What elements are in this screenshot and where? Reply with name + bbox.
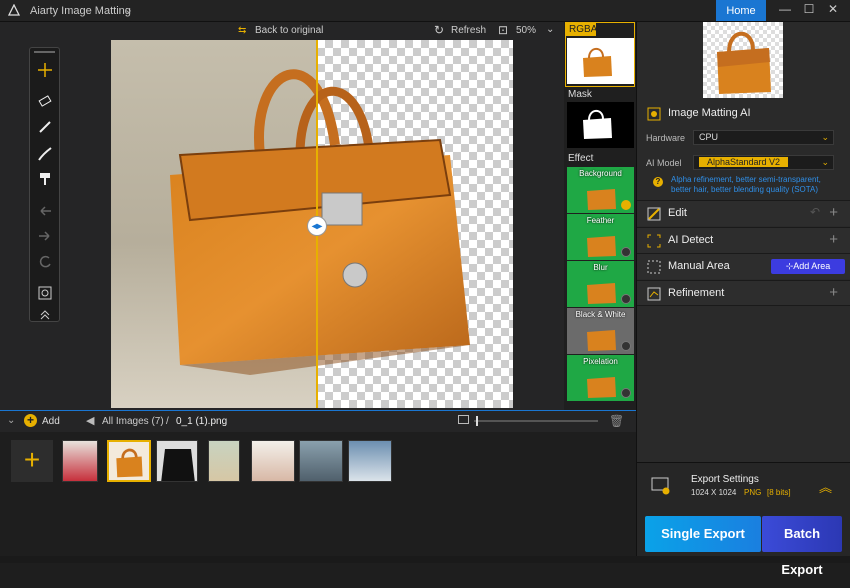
all-images-link[interactable]: All Images (7) xyxy=(102,416,164,427)
trash-icon[interactable]: 🗑 xyxy=(609,414,624,428)
gallery-thumb-5[interactable] xyxy=(251,440,295,482)
mask-label: Mask xyxy=(568,89,592,100)
image-size-icon xyxy=(458,415,469,424)
gallery-thumb-4[interactable] xyxy=(208,440,240,482)
current-file: 0_1 (1).png xyxy=(176,416,228,427)
ai-detect-expand-icon[interactable]: + xyxy=(829,231,838,248)
refresh-icon[interactable]: ↻ xyxy=(434,23,444,37)
export-size: 1024 X 1024 xyxy=(691,488,737,497)
refresh-button[interactable]: Refresh xyxy=(451,25,486,36)
model-label: AI Model xyxy=(646,158,682,168)
roller-icon[interactable] xyxy=(36,170,54,188)
batch-export-button[interactable]: Batch Export xyxy=(762,516,842,577)
home-button[interactable]: Home xyxy=(716,0,766,21)
eraser-icon[interactable] xyxy=(36,92,54,110)
refinement-section[interactable]: Refinement + xyxy=(637,280,850,306)
compare-handle-icon[interactable]: ◂▸ xyxy=(307,216,327,236)
close-icon[interactable]: ✕ xyxy=(823,2,843,16)
view-mode-strip: RGBA Mask Effect Background Feather Blur… xyxy=(564,22,636,410)
gallery-thumb-6[interactable] xyxy=(299,440,343,482)
maximize-icon[interactable]: ☐ xyxy=(799,2,819,16)
back-icon[interactable]: ⇆ xyxy=(238,25,246,36)
edit-section[interactable]: Edit ↶ + xyxy=(637,200,850,226)
add-area-button[interactable]: ⊹Add Area xyxy=(771,259,845,274)
collapse-up-icon[interactable] xyxy=(36,305,54,323)
fit-screen-icon[interactable] xyxy=(36,284,54,302)
effect-feather[interactable]: Feather xyxy=(567,214,634,260)
app-logo-icon xyxy=(8,4,20,16)
gallery-thumb-7[interactable] xyxy=(348,440,392,482)
export-settings-title: Export Settings xyxy=(691,474,759,485)
add-button[interactable]: Add xyxy=(42,416,60,427)
single-export-button[interactable]: Single Export xyxy=(645,516,761,552)
collapse-icon[interactable]: ⌄ xyxy=(7,415,15,426)
bottom-toolbar: ⌄ + Add ◀ All Images (7) / 0_1 (1).png 🗑 xyxy=(0,410,636,432)
matting-icon xyxy=(647,107,661,121)
refinement-label: Refinement xyxy=(668,287,725,299)
minimize-icon[interactable]: — xyxy=(775,2,795,16)
reset-icon[interactable] xyxy=(36,253,54,271)
mask-thumbnail[interactable] xyxy=(567,102,634,148)
result-thumbnail xyxy=(703,22,783,98)
brush-icon[interactable] xyxy=(36,145,54,163)
ai-detect-icon xyxy=(647,234,661,248)
rgba-label: RGBA xyxy=(566,23,597,36)
redo-icon[interactable] xyxy=(36,227,54,245)
edit-expand-icon[interactable]: + xyxy=(829,204,838,221)
back-arrow-icon[interactable]: ◀ xyxy=(86,414,94,427)
edit-undo-icon[interactable]: ↶ xyxy=(810,205,820,219)
manual-area-label: Manual Area xyxy=(668,260,730,272)
refinement-expand-icon[interactable]: + xyxy=(829,284,838,301)
gallery-thumb-3[interactable] xyxy=(156,440,198,482)
ai-detect-section[interactable]: AI Detect + xyxy=(637,227,850,253)
add-image-button[interactable]: + xyxy=(11,440,53,482)
chevron-down-icon[interactable]: ⌄ xyxy=(124,3,133,16)
export-format: PNG xyxy=(744,488,762,497)
manual-area-icon xyxy=(647,260,661,274)
status-bar xyxy=(0,556,850,563)
back-to-original-button[interactable]: Back to original xyxy=(255,25,323,36)
slider-knob[interactable] xyxy=(476,416,479,426)
canvas-toolbar: ⇆ Back to original ↻ Refresh ⊡ 50% ⌄ xyxy=(0,22,564,40)
add-icon[interactable]: + xyxy=(24,414,37,427)
rgba-thumbnail xyxy=(567,38,634,84)
matting-ai-section: Image Matting AI Hardware CPU ⌄ AI Model … xyxy=(637,100,850,176)
edit-icon xyxy=(647,207,661,221)
handbag-image xyxy=(170,69,470,375)
expand-up-icon[interactable]: ︽ xyxy=(819,477,832,496)
model-select[interactable]: AlphaStandard V2 ⌄ xyxy=(693,155,834,170)
zoom-level[interactable]: 50% xyxy=(516,25,536,36)
hardware-select[interactable]: CPU ⌄ xyxy=(693,130,834,145)
pen-icon[interactable] xyxy=(36,118,54,136)
help-icon[interactable]: ? xyxy=(653,177,663,187)
effect-pixelation[interactable]: Pixelation xyxy=(567,355,634,401)
tool-palette xyxy=(29,47,60,322)
effect-black-white[interactable]: Black & White xyxy=(567,308,634,354)
effect-background[interactable]: Background xyxy=(567,167,634,213)
ai-detect-label: AI Detect xyxy=(668,234,714,246)
zoom-icon[interactable]: ⊡ xyxy=(498,23,508,37)
move-tool-icon[interactable] xyxy=(36,61,54,79)
gallery-thumb-1[interactable] xyxy=(62,440,98,482)
hardware-label: Hardware xyxy=(646,133,686,143)
app-title: Aiarty Image Matting xyxy=(30,5,131,17)
zoom-chevron-icon[interactable]: ⌄ xyxy=(546,24,554,35)
export-bits: [8 bits] xyxy=(767,488,791,497)
effect-blur[interactable]: Blur xyxy=(567,261,634,307)
edit-label: Edit xyxy=(668,207,687,219)
thumb-size-slider[interactable] xyxy=(474,416,598,426)
export-settings-icon xyxy=(651,477,670,495)
model-description: Alpha refinement, better semi-transparen… xyxy=(671,175,821,194)
refinement-icon xyxy=(647,287,661,301)
effect-label: Effect xyxy=(568,153,594,164)
export-panel: Export Settings 1024 X 1024 PNG [8 bits]… xyxy=(637,462,850,577)
matting-title: Image Matting AI xyxy=(668,107,751,119)
manual-area-section[interactable]: Manual Area ⊹Add Area xyxy=(637,253,850,279)
gallery-thumb-2[interactable] xyxy=(107,440,151,482)
undo-icon[interactable] xyxy=(36,202,54,220)
path-separator: / xyxy=(166,416,169,427)
